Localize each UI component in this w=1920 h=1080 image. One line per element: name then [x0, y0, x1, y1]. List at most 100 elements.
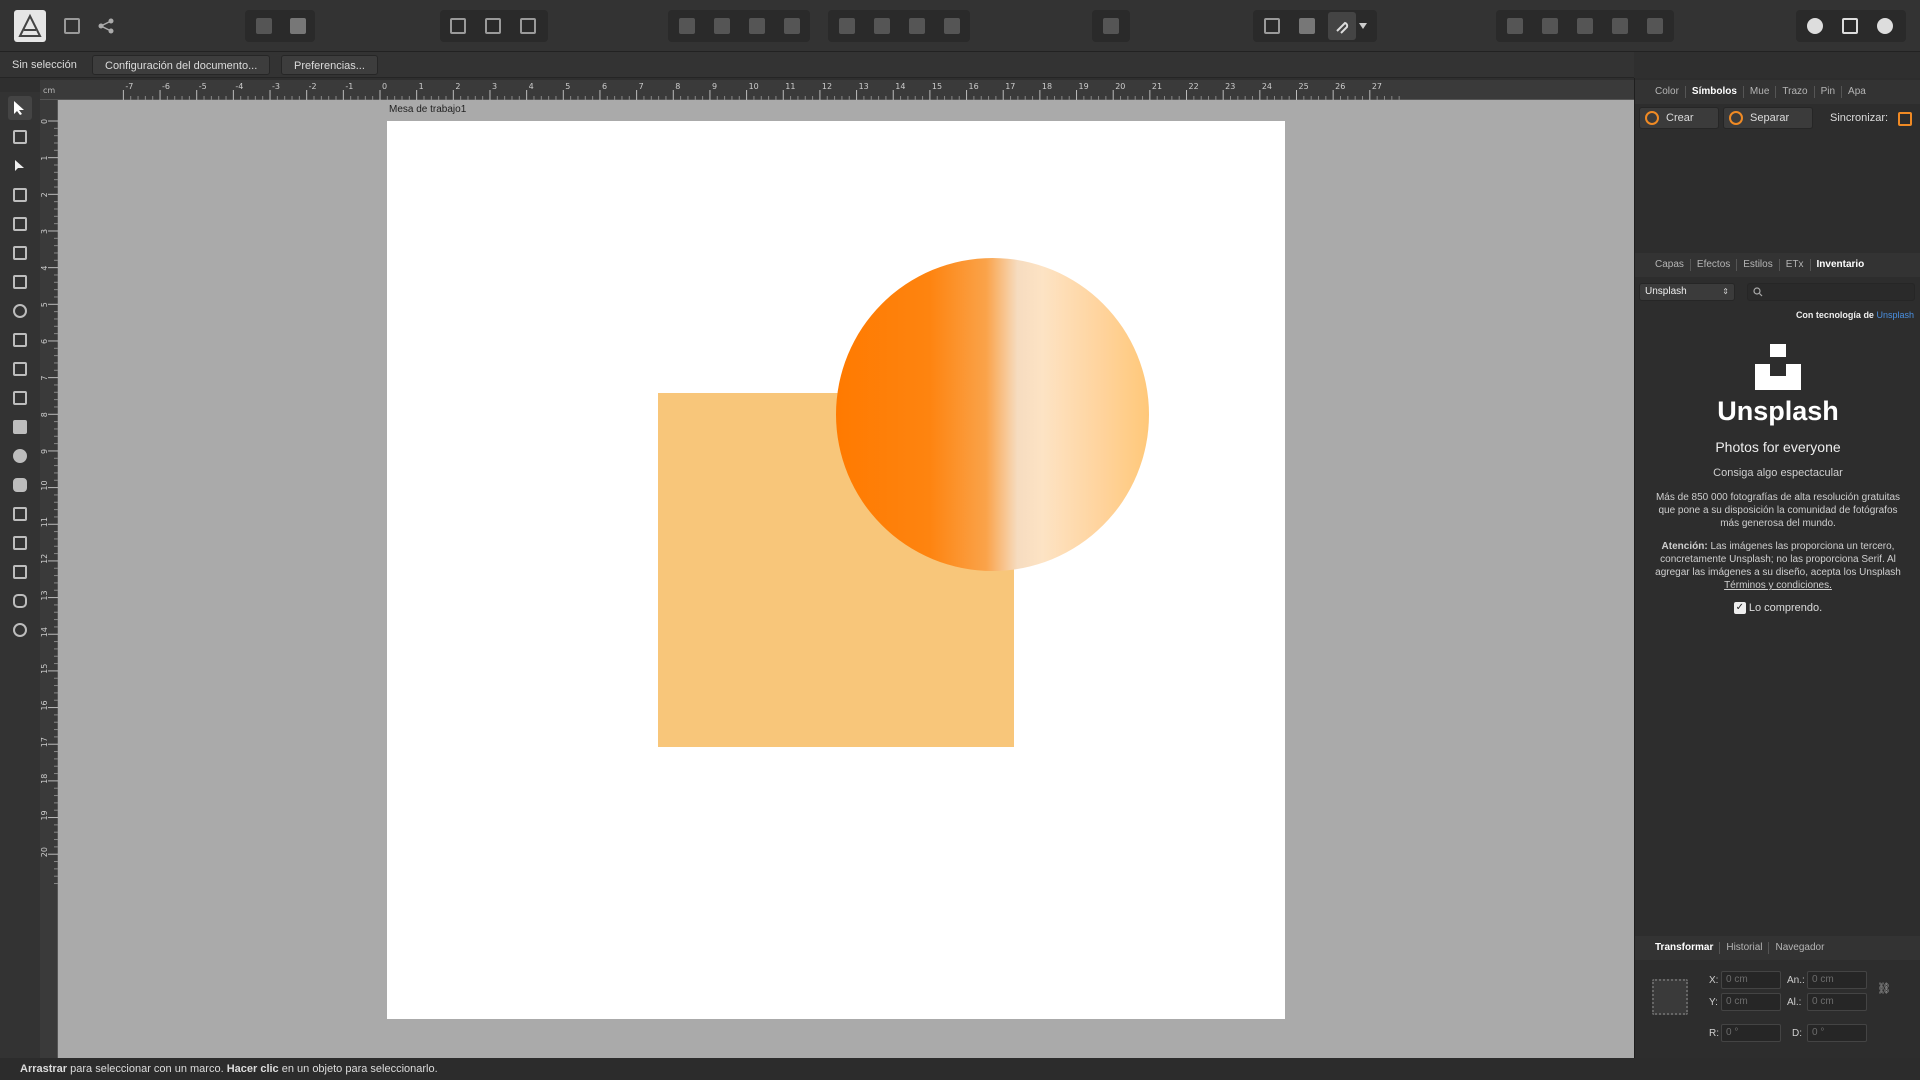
rounded-rect-tool-icon[interactable]	[8, 473, 32, 497]
ruler-label: 6	[40, 339, 49, 344]
assets-icon[interactable]	[1836, 12, 1864, 40]
transparency-tool-icon[interactable]	[8, 328, 32, 352]
tab-transformar[interactable]: Transformar	[1649, 942, 1721, 954]
tab-inventario[interactable]: Inventario	[1811, 259, 1871, 271]
hand-tool-icon[interactable]	[8, 589, 32, 613]
color-picker-tool-icon[interactable]	[8, 560, 32, 584]
rectangle-tool-icon[interactable]	[8, 415, 32, 439]
anchor-selector[interactable]	[1652, 979, 1688, 1015]
move-tool-icon[interactable]	[8, 96, 32, 120]
ruler-label: 9	[40, 449, 49, 454]
chevron-down-icon[interactable]	[1356, 12, 1370, 40]
terms-link[interactable]: Términos y condiciones.	[1724, 580, 1832, 591]
shear-field[interactable]: 0 °	[1807, 1024, 1867, 1042]
snapping-magnet-icon[interactable]	[1328, 12, 1356, 40]
flip-vertical-icon[interactable]	[868, 12, 896, 40]
source-select-value: Unsplash	[1645, 286, 1687, 297]
tab-etx[interactable]: ETx	[1780, 259, 1811, 271]
persona-pixel-icon[interactable]	[58, 12, 86, 40]
document-canvas[interactable]: Mesa de trabajo1	[58, 100, 1634, 1058]
pen-tool-icon[interactable]	[8, 212, 32, 236]
artboard-label[interactable]: Mesa de trabajo1	[389, 104, 466, 115]
ruler-label: 9	[712, 82, 717, 91]
tab-estilos[interactable]: Estilos	[1737, 259, 1780, 271]
x-field[interactable]: 0 cm	[1721, 971, 1781, 989]
understood-checkbox[interactable]: ✓	[1733, 602, 1746, 615]
corner-tool-icon[interactable]	[8, 183, 32, 207]
align-icon[interactable]	[1097, 12, 1125, 40]
snap-bounds-icon[interactable]	[479, 12, 507, 40]
rotation-field[interactable]: 0 °	[1721, 1024, 1781, 1042]
share-icon[interactable]	[92, 12, 120, 40]
geometry-xor-icon[interactable]	[1606, 12, 1634, 40]
artboard-tool-icon[interactable]	[8, 125, 32, 149]
ruler-label: 14	[895, 82, 905, 91]
ellipse-tool-icon[interactable]	[8, 444, 32, 468]
boolean-subtract-icon[interactable]	[284, 12, 312, 40]
chat-icon[interactable]	[1801, 12, 1829, 40]
arrange-forward-icon[interactable]	[743, 12, 771, 40]
sync-toggle-icon[interactable]	[1898, 112, 1912, 126]
geometry-add-icon[interactable]	[1501, 12, 1529, 40]
snap-grid-icon[interactable]	[444, 12, 472, 40]
rotate-right-icon[interactable]	[938, 12, 966, 40]
link-aspect-icon[interactable]: ⛓	[1877, 982, 1891, 995]
tab-navegador[interactable]: Navegador	[1769, 942, 1830, 954]
node-tool-icon[interactable]	[8, 154, 32, 178]
tab-apa[interactable]: Apa	[1842, 86, 1872, 98]
ruler-label: 24	[1262, 82, 1272, 91]
snap-geometry-icon[interactable]	[514, 12, 542, 40]
pencil-tool-icon[interactable]	[8, 241, 32, 265]
frame-text-tool-icon[interactable]	[8, 531, 32, 555]
preferences-button[interactable]: Preferencias...	[281, 55, 378, 75]
asset-search-input[interactable]	[1747, 283, 1915, 301]
bottom-panel-tabs: Transformar Historial Navegador	[1635, 936, 1920, 960]
tab-trazo[interactable]: Trazo	[1776, 86, 1815, 98]
rotation-label: R:	[1709, 1028, 1719, 1039]
gradient-circle-shape[interactable]	[836, 258, 1149, 571]
brush-tool-icon[interactable]	[8, 270, 32, 294]
tab-pin[interactable]: Pin	[1815, 86, 1843, 98]
rotate-left-icon[interactable]	[903, 12, 931, 40]
grid-icon[interactable]	[1258, 12, 1286, 40]
y-field[interactable]: 0 cm	[1721, 993, 1781, 1011]
zoom-tool-icon[interactable]	[8, 618, 32, 642]
separate-symbol-button[interactable]: Separar	[1723, 107, 1813, 129]
understood-checkbox-row[interactable]: ✓ Lo comprendo.	[1635, 602, 1920, 615]
arrange-back-icon[interactable]	[673, 12, 701, 40]
arrange-front-icon[interactable]	[778, 12, 806, 40]
tab-símbolos[interactable]: Símbolos	[1686, 86, 1744, 98]
geometry-divide-icon[interactable]	[1641, 12, 1669, 40]
status-drag-bold: Arrastrar	[20, 1063, 68, 1075]
arrange-backward-icon[interactable]	[708, 12, 736, 40]
tab-capas[interactable]: Capas	[1649, 259, 1691, 271]
tab-efectos[interactable]: Efectos	[1691, 259, 1738, 271]
source-select[interactable]: Unsplash ⇕	[1639, 283, 1735, 301]
geometry-subtract-icon[interactable]	[1536, 12, 1564, 40]
place-image-tool-icon[interactable]	[8, 357, 32, 381]
document-setup-button[interactable]: Configuración del documento...	[92, 55, 271, 75]
app-logo-icon[interactable]	[14, 10, 46, 42]
ruler-label: 11	[785, 82, 795, 91]
unsplash-warning: Atención: Las imágenes las proporciona u…	[1643, 540, 1913, 592]
create-symbol-button[interactable]: Crear	[1639, 107, 1719, 129]
color-wheel-icon[interactable]	[1871, 12, 1899, 40]
symbol-create-icon	[1645, 111, 1659, 125]
boolean-add-icon[interactable]	[250, 12, 278, 40]
shear-label: D:	[1792, 1028, 1802, 1039]
flip-horizontal-icon[interactable]	[833, 12, 861, 40]
tab-historial[interactable]: Historial	[1720, 942, 1770, 954]
geometry-intersect-icon[interactable]	[1571, 12, 1599, 40]
tab-color[interactable]: Color	[1649, 86, 1686, 98]
width-field[interactable]: 0 cm	[1807, 971, 1867, 989]
crop-tool-icon[interactable]	[8, 386, 32, 410]
view-mode-icon[interactable]	[1293, 12, 1321, 40]
artboard[interactable]	[387, 121, 1285, 1019]
height-field[interactable]: 0 cm	[1807, 993, 1867, 1011]
horizontal-ruler[interactable]: cm -7 -6 -5 -4 -3 -2 -1 0 1 2 3 4 5 6 7 8 9 10 11 12 13 14 15 1…	[40, 80, 1634, 100]
vertical-ruler[interactable]: 0 1 2 3 4 5 6 7 8 9 10 11 12 13 14 15 16 17 18 19 20	[40, 100, 58, 1058]
tab-mue[interactable]: Mue	[1744, 86, 1777, 98]
text-path-tool-icon[interactable]	[8, 502, 32, 526]
powered-by-link[interactable]: Unsplash	[1876, 310, 1914, 320]
fill-tool-icon[interactable]	[8, 299, 32, 323]
